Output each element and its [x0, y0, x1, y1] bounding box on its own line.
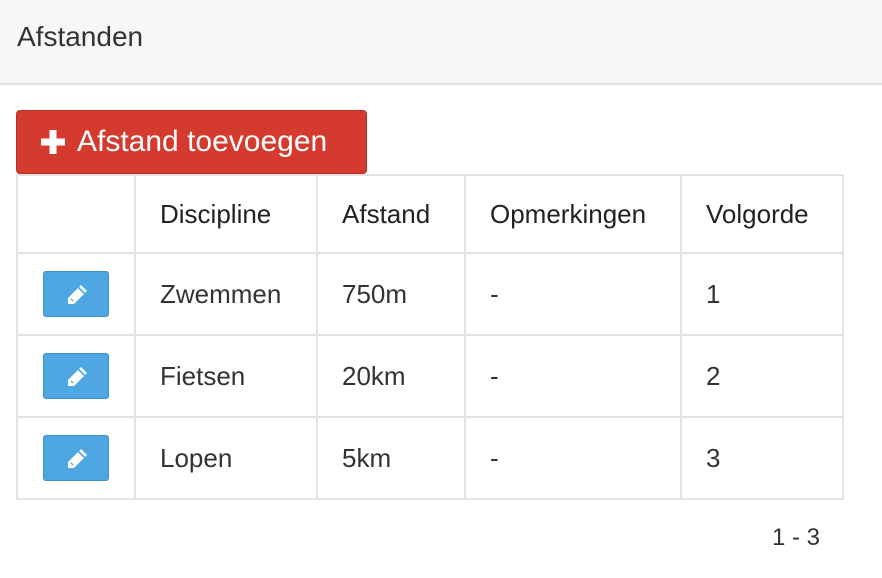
edit-cell: [16, 416, 136, 500]
cell-discipline: Lopen: [134, 416, 318, 500]
edit-button[interactable]: [43, 271, 109, 317]
add-distance-button[interactable]: Afstand toevoegen: [16, 110, 367, 174]
pagination-range: 1 - 3: [772, 524, 821, 551]
cell-opmerkingen: -: [464, 416, 682, 500]
table-row: Zwemmen 750m - 1: [16, 252, 844, 336]
edit-button[interactable]: [43, 353, 109, 399]
pencil-icon: [68, 449, 87, 468]
cell-opmerkingen: -: [464, 334, 682, 418]
column-header-opmerkingen[interactable]: Opmerkingen: [464, 174, 682, 254]
column-header-actions: [16, 174, 136, 254]
cell-afstand: 20km: [316, 334, 466, 418]
table-row: Fietsen 20km - 2: [16, 334, 844, 418]
edit-cell: [16, 334, 136, 418]
cell-discipline: Fietsen: [134, 334, 318, 418]
panel-header: Afstanden: [0, 0, 882, 85]
cell-volgorde: 2: [680, 334, 844, 418]
edit-cell: [16, 252, 136, 336]
column-header-discipline[interactable]: Discipline: [134, 174, 318, 254]
add-distance-label: Afstand toevoegen: [77, 125, 328, 158]
pencil-icon: [68, 367, 87, 386]
cell-opmerkingen: -: [464, 252, 682, 336]
pencil-icon: [68, 285, 87, 304]
table-header-row: Discipline Afstand Opmerkingen Volgorde: [16, 174, 844, 254]
page-title: Afstanden: [17, 21, 144, 52]
column-header-afstand[interactable]: Afstand: [316, 174, 466, 254]
distances-table: Discipline Afstand Opmerkingen Volgorde …: [16, 174, 844, 500]
cell-afstand: 750m: [316, 252, 466, 336]
edit-button[interactable]: [43, 435, 109, 481]
cell-volgorde: 1: [680, 252, 844, 336]
cell-discipline: Zwemmen: [134, 252, 318, 336]
column-header-volgorde[interactable]: Volgorde: [680, 174, 844, 254]
plus-icon: [39, 128, 67, 156]
table-row: Lopen 5km - 3: [16, 416, 844, 500]
cell-volgorde: 3: [680, 416, 844, 500]
cell-afstand: 5km: [316, 416, 466, 500]
